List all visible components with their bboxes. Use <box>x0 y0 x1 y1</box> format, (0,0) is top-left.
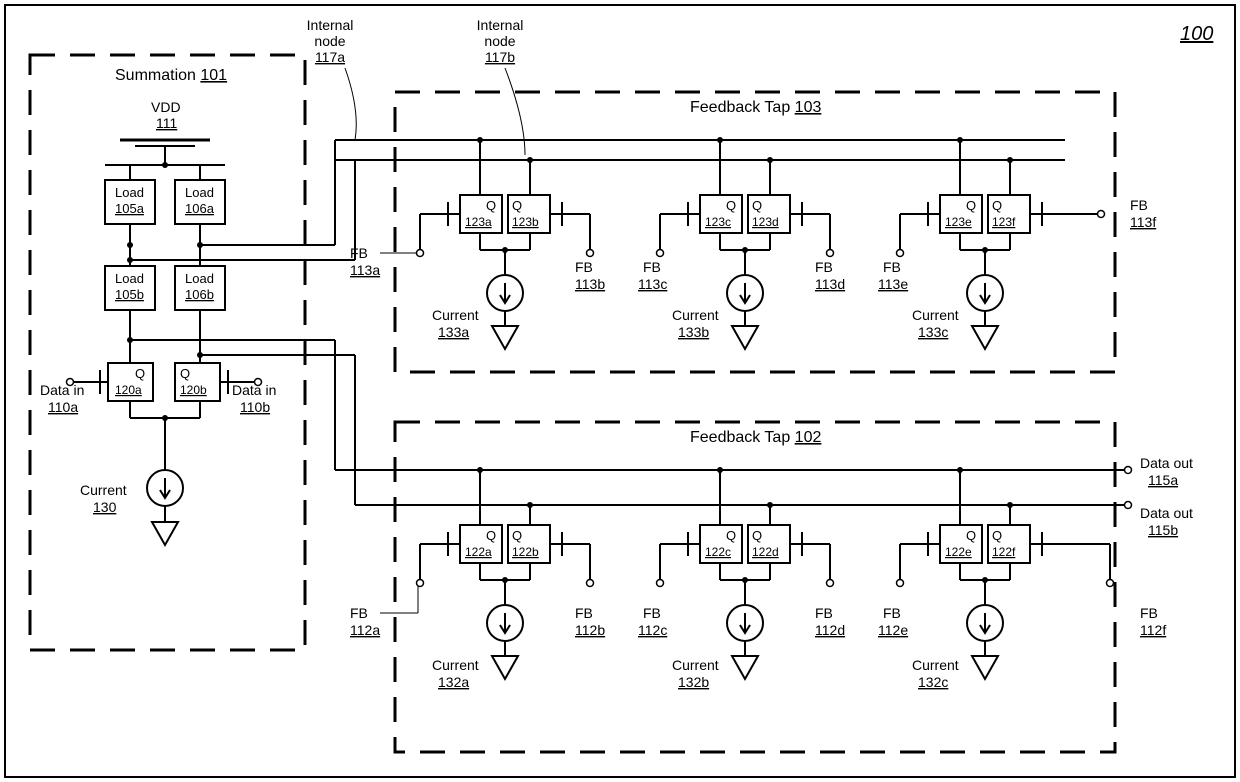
svg-text:Q: Q <box>135 366 145 381</box>
svg-text:123c: 123c <box>705 215 731 229</box>
svg-text:133a: 133a <box>438 324 469 340</box>
svg-text:Current: Current <box>672 307 719 323</box>
svg-text:Load: Load <box>185 271 214 286</box>
svg-text:Current: Current <box>672 657 719 673</box>
svg-text:Q: Q <box>752 528 762 543</box>
svg-text:112b: 112b <box>575 622 605 638</box>
svg-text:FB: FB <box>815 605 833 621</box>
svg-text:Data in: Data in <box>40 382 84 398</box>
svg-text:110a: 110a <box>48 399 78 415</box>
svg-text:Q: Q <box>512 198 522 213</box>
svg-text:112a: 112a <box>350 622 380 638</box>
svg-text:Internal: Internal <box>477 17 524 33</box>
svg-text:FB: FB <box>575 605 593 621</box>
svg-text:113c: 113c <box>638 276 667 292</box>
svg-text:Current: Current <box>912 307 959 323</box>
svg-text:Current: Current <box>912 657 959 673</box>
svg-text:122c: 122c <box>705 545 731 559</box>
svg-text:123a: 123a <box>465 215 492 229</box>
svg-text:106b: 106b <box>185 287 214 302</box>
svg-text:122a: 122a <box>465 545 492 559</box>
svg-text:132b: 132b <box>678 674 709 690</box>
svg-text:FB: FB <box>883 259 901 275</box>
svg-text:VDD: VDD <box>151 99 181 115</box>
svg-text:112c: 112c <box>638 622 667 638</box>
svg-text:FB: FB <box>350 245 368 261</box>
svg-text:Q: Q <box>486 198 496 213</box>
svg-text:Data out: Data out <box>1140 505 1193 521</box>
svg-text:122f: 122f <box>992 545 1016 559</box>
svg-text:132c: 132c <box>918 674 948 690</box>
svg-text:132a: 132a <box>438 674 469 690</box>
svg-text:112f: 112f <box>1140 622 1166 638</box>
svg-text:Current: Current <box>432 307 479 323</box>
svg-text:122b: 122b <box>512 545 539 559</box>
svg-text:111: 111 <box>156 115 177 131</box>
svg-text:122d: 122d <box>752 545 779 559</box>
svg-text:113b: 113b <box>575 276 605 292</box>
svg-text:Q: Q <box>486 528 496 543</box>
svg-text:113d: 113d <box>815 276 845 292</box>
svg-text:112d: 112d <box>815 622 845 638</box>
svg-text:110b: 110b <box>240 399 270 415</box>
svg-text:Load: Load <box>185 185 214 200</box>
svg-text:115a: 115a <box>1148 472 1178 488</box>
svg-text:Load: Load <box>115 271 144 286</box>
svg-text:FB: FB <box>815 259 833 275</box>
svg-text:Current: Current <box>432 657 479 673</box>
svg-text:Q: Q <box>966 198 976 213</box>
svg-text:Q: Q <box>512 528 522 543</box>
svg-text:123b: 123b <box>512 215 539 229</box>
svg-text:node: node <box>484 33 515 49</box>
svg-text:Q: Q <box>726 528 736 543</box>
circuit-diagram: 100 Summation 101 VDD 111 Load 105a Load… <box>0 0 1240 782</box>
svg-text:112e: 112e <box>878 622 908 638</box>
svg-text:117a: 117a <box>315 49 345 65</box>
svg-text:node: node <box>314 33 345 49</box>
svg-text:123e: 123e <box>945 215 972 229</box>
svg-text:Summation 101: Summation 101 <box>115 67 227 84</box>
svg-text:123f: 123f <box>992 215 1016 229</box>
svg-text:133b: 133b <box>678 324 709 340</box>
svg-text:Internal: Internal <box>307 17 354 33</box>
svg-text:130: 130 <box>93 499 117 515</box>
svg-text:Q: Q <box>992 198 1002 213</box>
svg-text:Q: Q <box>180 366 190 381</box>
svg-text:113f: 113f <box>1130 214 1156 230</box>
svg-text:FB: FB <box>643 605 661 621</box>
svg-text:FB: FB <box>1140 605 1158 621</box>
svg-text:113e: 113e <box>878 276 908 292</box>
svg-text:120a: 120a <box>115 383 142 397</box>
svg-text:Feedback Tap 102: Feedback Tap 102 <box>690 429 821 446</box>
svg-text:133c: 133c <box>918 324 948 340</box>
svg-text:Q: Q <box>966 528 976 543</box>
svg-text:Q: Q <box>992 528 1002 543</box>
svg-text:Feedback Tap 103: Feedback Tap 103 <box>690 99 821 116</box>
svg-text:115b: 115b <box>1148 522 1178 538</box>
svg-text:FB: FB <box>1130 197 1148 213</box>
svg-text:Q: Q <box>752 198 762 213</box>
svg-text:FB: FB <box>575 259 593 275</box>
svg-text:120b: 120b <box>180 383 207 397</box>
svg-text:105a: 105a <box>115 201 145 216</box>
svg-text:Data in: Data in <box>232 382 276 398</box>
svg-text:117b: 117b <box>485 49 515 65</box>
svg-text:Current: Current <box>80 482 127 498</box>
svg-text:122e: 122e <box>945 545 972 559</box>
svg-text:FB: FB <box>643 259 661 275</box>
svg-text:Data out: Data out <box>1140 455 1193 471</box>
svg-text:FB: FB <box>883 605 901 621</box>
svg-text:113a: 113a <box>350 262 380 278</box>
svg-text:FB: FB <box>350 605 368 621</box>
svg-text:105b: 105b <box>115 287 144 302</box>
svg-text:123d: 123d <box>752 215 779 229</box>
figure-ref: 100 <box>1180 23 1213 45</box>
svg-text:Q: Q <box>726 198 736 213</box>
svg-text:Load: Load <box>115 185 144 200</box>
svg-text:106a: 106a <box>185 201 215 216</box>
